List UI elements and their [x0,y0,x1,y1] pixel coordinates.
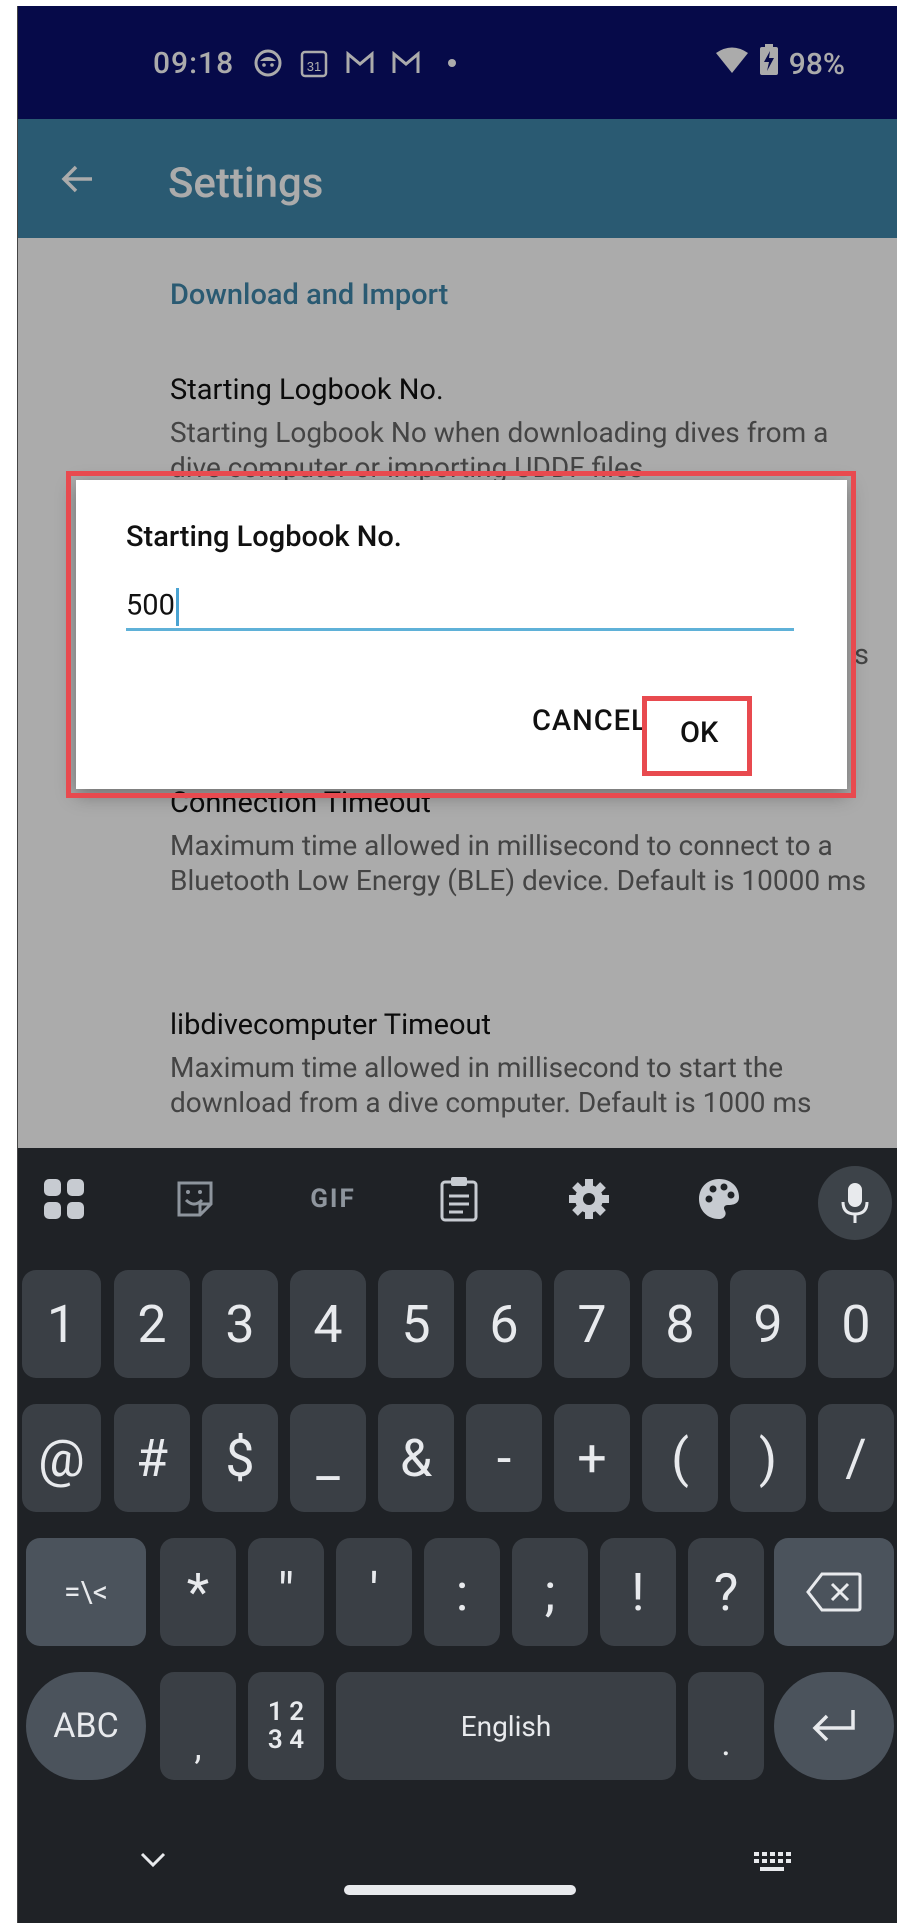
key-1[interactable]: 1 [22,1270,101,1378]
key-space[interactable]: English [336,1672,676,1780]
clipboard-icon[interactable] [434,1174,484,1224]
key-colon[interactable]: : [424,1538,500,1646]
key-8[interactable]: 8 [642,1270,718,1378]
palette-icon[interactable] [694,1174,744,1224]
ok-button[interactable]: OK [680,716,718,750]
key-9[interactable]: 9 [730,1270,806,1378]
backspace-icon[interactable] [774,1538,894,1646]
keyboard-toolbar: GIF [18,1148,897,1248]
key-7[interactable]: 7 [554,1270,630,1378]
gif-icon[interactable]: GIF [298,1174,368,1224]
microphone-icon[interactable] [818,1166,892,1240]
keyboard: GIF 1 2 3 4 5 6 7 8 9 0 @ # $ _ & - + (… [18,1148,897,1923]
phone-screen: 09:18 31 98% Settings Download and Impor… [17,6,897,1923]
key-dollar[interactable]: $ [202,1404,278,1512]
key-at[interactable]: @ [22,1404,101,1512]
key-exclamation[interactable]: ! [600,1538,676,1646]
key-slash[interactable]: / [818,1404,894,1512]
home-handle[interactable] [344,1885,576,1895]
enter-icon[interactable] [774,1672,894,1780]
key-5[interactable]: 5 [378,1270,454,1378]
numpad-top: 1 2 [267,1697,305,1727]
key-abc[interactable]: ABC [26,1672,146,1780]
key-asterisk[interactable]: * [160,1538,236,1646]
key-more-symbols[interactable]: =\< [26,1538,146,1646]
key-4[interactable]: 4 [290,1270,366,1378]
key-plus[interactable]: + [554,1404,630,1512]
key-ampersand[interactable]: & [378,1404,454,1512]
key-minus[interactable]: - [466,1404,542,1512]
key-semicolon[interactable]: ; [512,1538,588,1646]
key-6[interactable]: 6 [466,1270,542,1378]
key-period[interactable]: . [688,1672,764,1780]
key-0[interactable]: 0 [818,1270,894,1378]
key-question[interactable]: ? [688,1538,764,1646]
key-close-paren[interactable]: ) [730,1404,806,1512]
settings-gear-icon[interactable] [564,1174,614,1224]
chevron-down-icon[interactable] [138,1850,178,1880]
key-2[interactable]: 2 [114,1270,190,1378]
key-apostrophe[interactable]: ' [336,1538,412,1646]
key-double-quote[interactable]: " [248,1538,324,1646]
key-open-paren[interactable]: ( [642,1404,718,1512]
apps-grid-icon[interactable] [39,1174,89,1224]
key-3[interactable]: 3 [202,1270,278,1378]
keyboard-icon[interactable] [752,1850,792,1876]
sticker-icon[interactable] [170,1174,220,1224]
numpad-bottom: 3 4 [267,1725,305,1755]
key-underscore[interactable]: _ [290,1404,366,1512]
key-comma[interactable]: , [160,1672,236,1780]
key-numpad[interactable]: 1 2 3 4 [248,1672,324,1780]
key-hash[interactable]: # [114,1404,190,1512]
navigation-bar [18,1828,897,1923]
